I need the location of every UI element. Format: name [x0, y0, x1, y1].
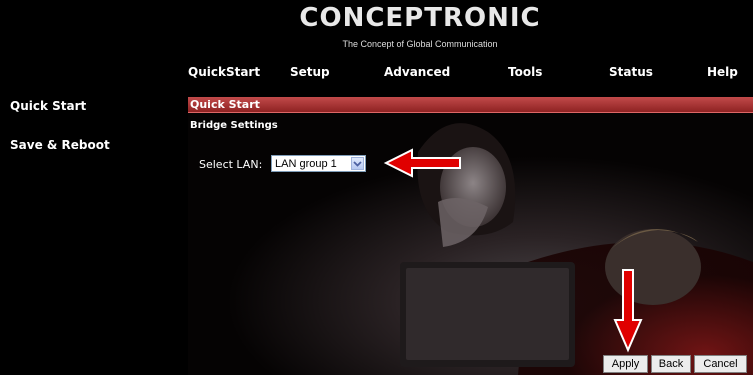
arrow-down-icon	[613, 269, 643, 353]
brand-name: CONCEPTRONIC	[299, 3, 541, 33]
back-button[interactable]: Back	[651, 355, 691, 373]
cancel-button[interactable]: Cancel	[694, 355, 747, 373]
brand-logo: CONCEPTRONIC The Concept of Global Commu…	[280, 3, 560, 55]
nav-advanced[interactable]: Advanced	[384, 65, 450, 79]
nav-status[interactable]: Status	[609, 65, 653, 79]
lan-group-select[interactable]: LAN group 1	[271, 155, 366, 172]
select-lan-label: Select LAN:	[199, 158, 263, 171]
section-title-bar: Quick Start	[188, 97, 753, 113]
sidebar-item-save-reboot[interactable]: Save & Reboot	[10, 138, 110, 152]
nav-setup[interactable]: Setup	[290, 65, 330, 79]
sidebar-item-quick-start[interactable]: Quick Start	[10, 99, 86, 113]
nav-quickstart[interactable]: QuickStart	[188, 65, 260, 79]
nav-tools[interactable]: Tools	[508, 65, 542, 79]
brand-tagline: The Concept of Global Communication	[342, 39, 498, 49]
nav-help[interactable]: Help	[707, 65, 738, 79]
background-photo	[188, 112, 753, 375]
arrow-left-icon	[383, 148, 461, 178]
section-heading: Bridge Settings	[190, 120, 278, 131]
router-admin-page: CONCEPTRONIC The Concept of Global Commu…	[0, 0, 753, 375]
apply-button[interactable]: Apply	[603, 355, 648, 373]
lan-group-value: LAN group 1	[275, 158, 337, 170]
page-title: Quick Start	[190, 98, 260, 111]
chevron-down-icon[interactable]	[351, 157, 364, 170]
